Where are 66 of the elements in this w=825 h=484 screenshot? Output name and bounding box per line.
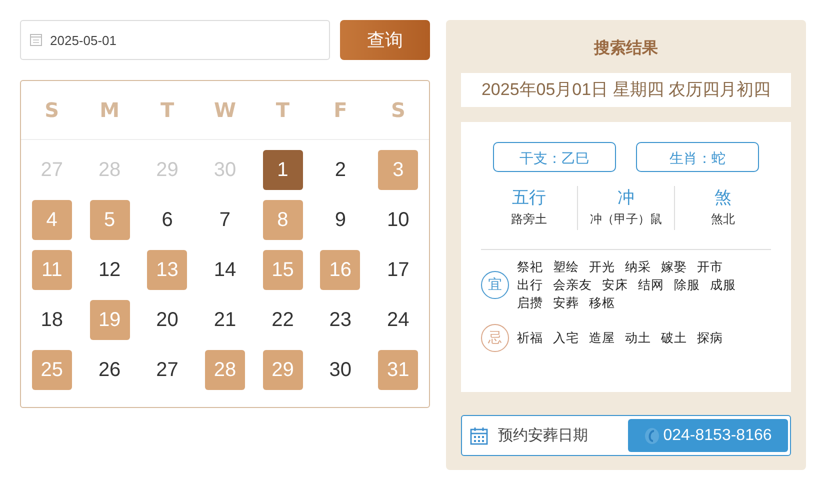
activity-label: 启攒 (517, 295, 543, 312)
fact-heading: 煞 (714, 187, 732, 209)
calendar-day[interactable]: 22 (262, 300, 303, 340)
calendar-day[interactable]: 23 (320, 300, 360, 340)
calendar-day[interactable]: 6 (147, 200, 188, 240)
calendar-day[interactable]: 17 (378, 250, 418, 290)
activity-label: 造屋 (589, 330, 615, 347)
fact-value: 路旁土 (510, 211, 548, 228)
calendar-day[interactable]: 9 (320, 200, 360, 240)
phone-icon (644, 426, 660, 444)
calendar-day[interactable]: 27 (147, 350, 188, 390)
activity-label: 移柩 (589, 295, 615, 312)
calendar-day[interactable]: 18 (32, 300, 72, 340)
weekday-label: T (160, 98, 174, 122)
weekday-label: S (44, 98, 60, 122)
activity-label: 安葬 (553, 295, 579, 312)
calendar-day[interactable]: 14 (204, 250, 245, 290)
weekday-label: M (100, 98, 120, 122)
activity-label: 入宅 (553, 330, 579, 347)
activity-label: 探病 (697, 330, 723, 347)
activity-label: 会亲友 (553, 277, 592, 294)
calendar-day[interactable]: 26 (90, 350, 130, 390)
phone-number: 024-8153-8166 (663, 426, 772, 444)
calendar-day[interactable]: 12 (90, 250, 130, 290)
date-field[interactable]: 2025-05-01 (20, 20, 330, 60)
activity-label: 除服 (674, 277, 700, 294)
calendar-day[interactable]: 30 (320, 350, 360, 390)
weekday-label: T (276, 98, 290, 122)
badge-circle: 忌 (481, 324, 509, 352)
activity-label: 动土 (625, 330, 651, 347)
calendar-day[interactable]: 20 (147, 300, 188, 340)
activity-label: 纳采 (625, 259, 651, 276)
calendar-day[interactable]: 10 (378, 200, 418, 240)
booking-label: 预约安葬日期 (498, 426, 588, 445)
activity-label: 结网 (638, 277, 664, 294)
activity-label: 成服 (710, 277, 736, 294)
weekday-label: F (334, 98, 348, 122)
calendar-day[interactable]: 2 (320, 150, 360, 190)
activity-label: 安床 (602, 277, 628, 294)
activity-label: 祭祀 (517, 259, 543, 276)
result-title: 搜索结果 (592, 38, 659, 59)
query-button[interactable]: 查询 (340, 20, 430, 60)
activity-label: 嫁娶 (661, 259, 687, 276)
activity-label: 出行 (517, 277, 543, 294)
badge-circle: 宜 (481, 271, 509, 299)
result-date: 2025年05月01日 星期四 农历四月初四 (461, 73, 791, 107)
activity-label: 破土 (661, 330, 687, 347)
info-tag: 干支：乙巳 (493, 142, 616, 172)
fact-value: 冲（甲子）鼠 (589, 211, 663, 228)
booking-link[interactable]: 预约安葬日期 (470, 426, 628, 445)
activity-label: 开市 (697, 259, 723, 276)
calendar-day[interactable]: 24 (378, 300, 418, 340)
weekday-label: W (214, 98, 236, 122)
calendar-day[interactable]: 21 (204, 300, 245, 340)
info-tag: 生肖：蛇 (636, 142, 759, 172)
fact-value: 煞北 (710, 211, 736, 228)
calendar-day[interactable]: 7 (204, 200, 245, 240)
activity-label: 祈福 (517, 330, 543, 347)
phone-button[interactable]: 024-8153-8166 (628, 419, 788, 452)
calendar-icon (470, 426, 488, 444)
activity-label: 塑绘 (553, 259, 579, 276)
activity-label: 开光 (589, 259, 615, 276)
calendar-day[interactable]: 1 (262, 150, 303, 190)
fact-heading: 冲 (616, 187, 636, 209)
fact-heading: 五行 (511, 187, 547, 209)
weekday-label: S (390, 98, 406, 122)
